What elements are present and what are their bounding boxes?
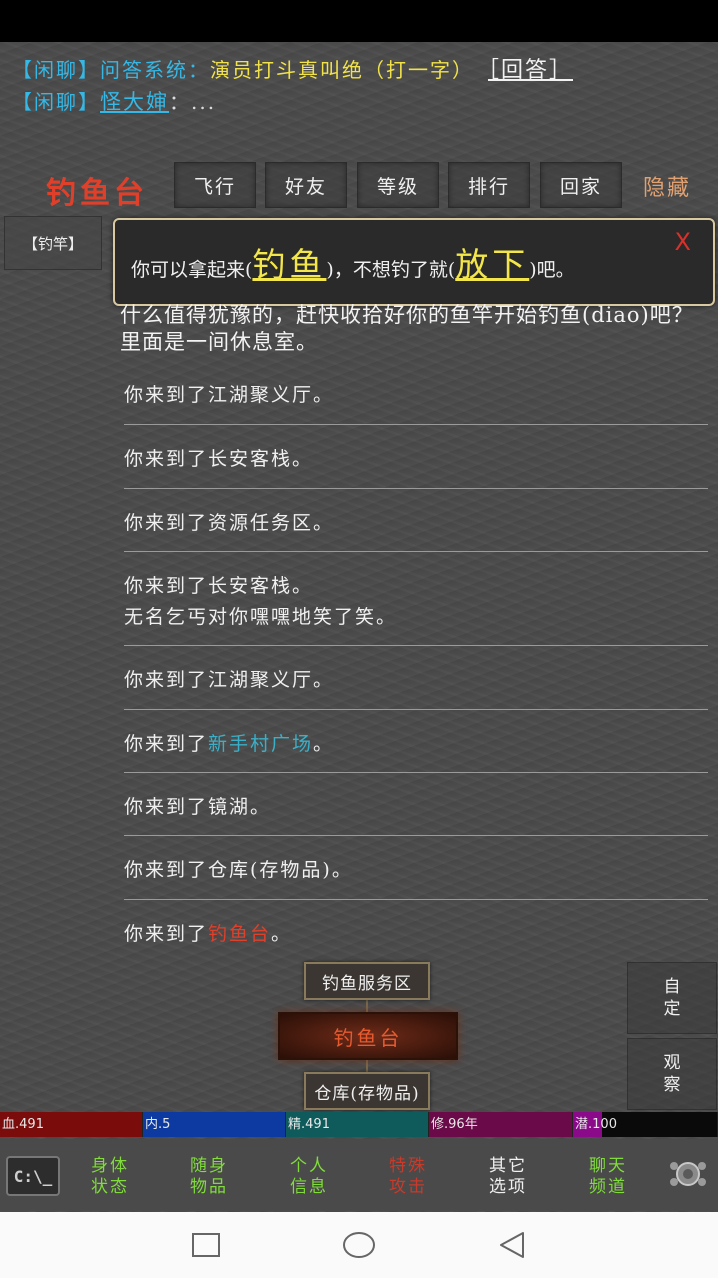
potential-stat: 潜.100 (573, 1112, 718, 1137)
chat-riddle-text: 演员打斗真叫绝（打一字） (210, 58, 474, 82)
log-entry: 你来到了江湖聚义厅。 (124, 669, 335, 691)
fishing-popup: 你可以拿起来(钓鱼)，不想钓了就(放下)吧。 X (113, 218, 715, 306)
chat-message: ... (191, 90, 217, 114)
menu-body-status[interactable]: 身体 状态 (78, 1156, 142, 1198)
internal-stat: 内.5 (143, 1112, 286, 1137)
log-entry: 你来到了长安客栈。 (124, 448, 314, 470)
friends-button[interactable]: 好友 (265, 162, 347, 208)
place-link[interactable]: 钓鱼台 (208, 923, 271, 945)
log-text-end: 。 (271, 923, 293, 945)
chat-channel-tag: 【闲聊】 (12, 90, 100, 114)
observe-button[interactable]: 观察 (627, 1038, 717, 1110)
map-current-location: 钓鱼台 (278, 1012, 458, 1060)
log-entry: 你来到了仓库(存物品)。 (124, 859, 353, 881)
log-entry: 你来到了镜湖。 (124, 796, 272, 818)
popup-text-post: )吧。 (529, 259, 575, 281)
recent-apps-icon[interactable] (188, 1228, 224, 1262)
log-divider (124, 899, 708, 900)
menu-personal-info[interactable]: 个人 信息 (277, 1156, 341, 1198)
place-link[interactable]: 新手村广场 (208, 733, 313, 755)
chat-system-name: 问答系统： (100, 58, 210, 82)
observe-label-2: 察 (663, 1075, 681, 1095)
chat-channel-tag: 【闲聊】 (12, 58, 100, 82)
chat-separator: ： (169, 90, 191, 114)
log-divider (124, 835, 708, 836)
chat-user-link[interactable]: 怪大婶 (100, 90, 169, 114)
menu-other-options[interactable]: 其它 选项 (476, 1156, 540, 1198)
log-text-end: 。 (313, 733, 335, 755)
log-entry-line2: 无名乞丐对你嘿嘿地笑了笑。 (124, 606, 398, 628)
log-entry: 你来到了长安客栈。 (124, 575, 314, 597)
menu-inventory[interactable]: 随身 物品 (177, 1156, 241, 1198)
fly-button[interactable]: 飞行 (174, 162, 256, 208)
log-divider (124, 424, 708, 425)
back-icon[interactable] (494, 1228, 530, 1262)
customize-label-2: 定 (663, 999, 681, 1019)
menu-chat-channel[interactable]: 聊天 频道 (576, 1156, 640, 1198)
settings-gear-icon[interactable] (664, 1156, 712, 1192)
energy-stat: 精.491 (286, 1112, 429, 1137)
system-status-bar (0, 0, 718, 42)
answer-link[interactable]: ［回答］ (488, 58, 573, 83)
log-entry: 你来到了新手村广场。 (124, 729, 708, 756)
level-button[interactable]: 等级 (357, 162, 439, 208)
log-divider (124, 709, 708, 710)
log-text: 你来到了 (124, 923, 209, 945)
log-divider (124, 645, 708, 646)
log-entry: 你来到了江湖聚义厅。 (124, 384, 335, 406)
map-exit-south[interactable]: 仓库(存物品) (304, 1072, 430, 1110)
home-icon[interactable] (341, 1228, 377, 1262)
log-text: 你来到了 (124, 733, 209, 755)
menu-special-attack[interactable]: 特殊 攻击 (376, 1156, 440, 1198)
log-divider (124, 772, 708, 773)
log-entry: 你来到了资源任务区。 (124, 512, 335, 534)
ranking-button[interactable]: 排行 (448, 162, 530, 208)
cultivation-stat: 修.96年 (429, 1112, 573, 1137)
command-icon[interactable]: C:\_ (6, 1156, 60, 1196)
log-entry: 你来到了钓鱼台。 (124, 919, 708, 946)
hide-button[interactable]: 隐藏 (643, 170, 691, 202)
log-divider (124, 551, 708, 552)
room-description: 什么值得犹豫的，赶快收拾好你的鱼竿开始钓鱼(diao)吧？里面是一间休息室。 (120, 303, 694, 354)
close-icon[interactable]: X (675, 228, 691, 256)
observe-label-1: 观 (663, 1053, 681, 1073)
chat-line-user: 【闲聊】怪大婶：... (12, 86, 216, 116)
chat-line-question: 【闲聊】问答系统：演员打斗真叫绝（打一字） ［回答］ (12, 52, 573, 84)
location-title: 钓鱼台 (46, 176, 148, 211)
popup-message: 你可以拿起来(钓鱼)，不想钓了就(放下)吧。 (131, 238, 575, 286)
map-exit-north[interactable]: 钓鱼服务区 (304, 962, 430, 1000)
popup-text-mid: )，不想钓了就( (326, 259, 456, 281)
put-down-link[interactable]: 放下 (455, 245, 529, 284)
popup-text-pre: 你可以拿起来( (131, 259, 253, 281)
go-home-button[interactable]: 回家 (540, 162, 622, 208)
stats-bar: 血.491 内.5 精.491 修.96年 潜.100 (0, 1112, 718, 1137)
customize-button[interactable]: 自定 (627, 962, 717, 1034)
fish-link[interactable]: 钓鱼 (252, 245, 326, 284)
hp-stat: 血.491 (0, 1112, 143, 1137)
fishing-rod-item[interactable]: 【钓竿】 (4, 216, 102, 270)
customize-label-1: 自 (663, 977, 681, 997)
log-divider (124, 488, 708, 489)
